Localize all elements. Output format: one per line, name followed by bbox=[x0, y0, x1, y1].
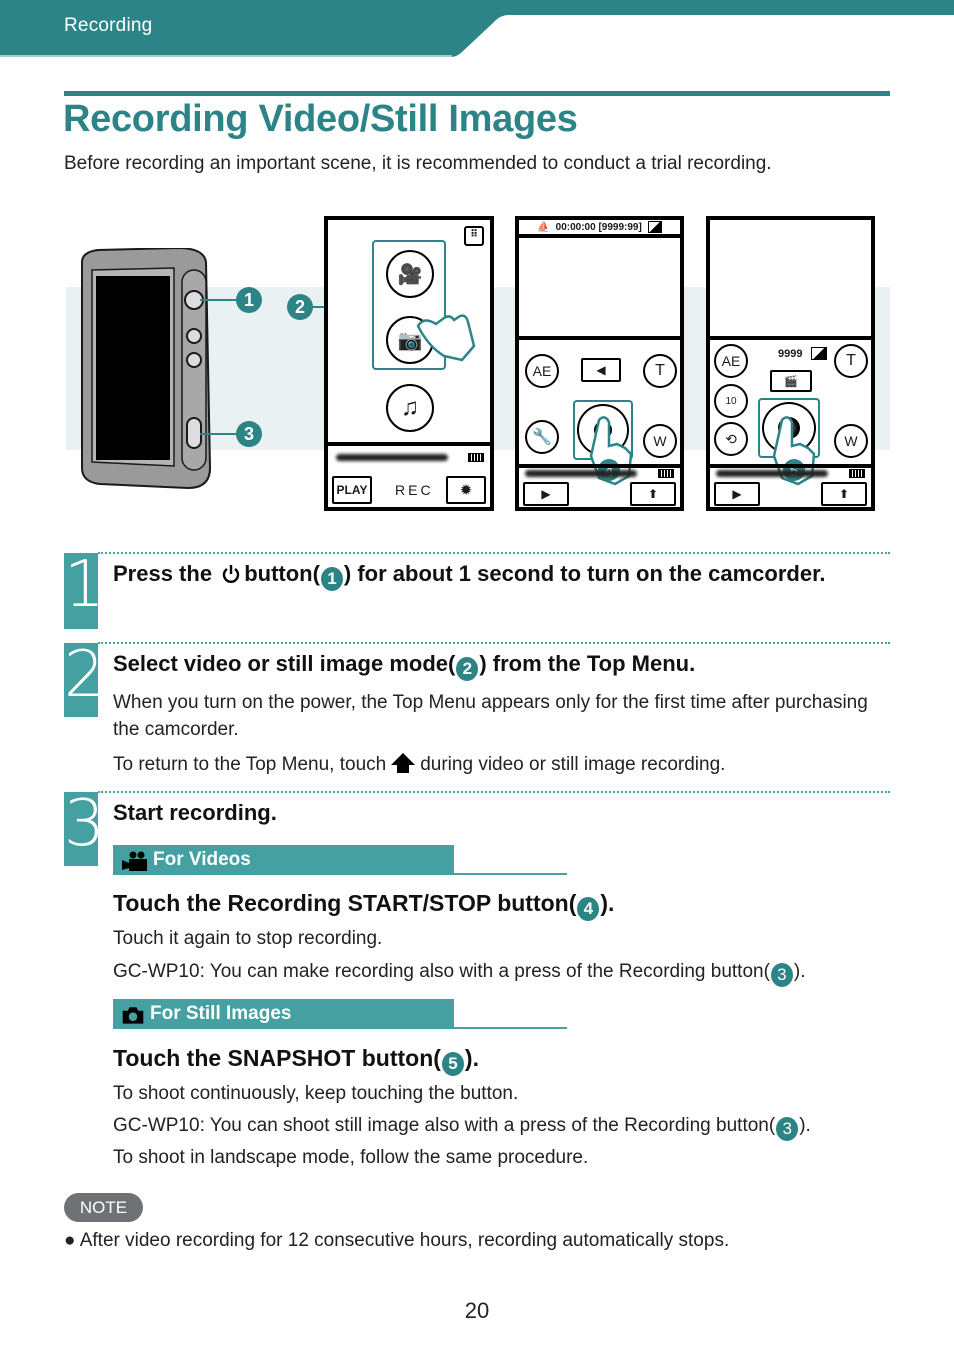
power-icon bbox=[223, 565, 240, 583]
recording-time: 00:00:00 [9999:99] bbox=[555, 221, 642, 233]
step-divider bbox=[98, 642, 890, 644]
shots-remaining: 9999 bbox=[778, 348, 803, 360]
callout-ref: 3 bbox=[770, 963, 793, 987]
home-arrow-icon: ⬆ bbox=[647, 487, 659, 501]
recording-button bbox=[186, 417, 202, 449]
home-arrow-icon: ⬆ bbox=[838, 487, 850, 501]
media-icon bbox=[811, 347, 827, 360]
playback-button[interactable]: ▶ bbox=[523, 482, 569, 506]
step-divider bbox=[98, 552, 890, 554]
step-2-body: When you turn on the power, the Top Menu… bbox=[113, 692, 868, 740]
step-number-3: 3 bbox=[64, 792, 105, 866]
self-timer-button[interactable]: 10 bbox=[714, 384, 748, 418]
home-button[interactable]: ⬆ bbox=[630, 482, 676, 506]
note-item: ● After video recording for 12 consecuti… bbox=[64, 1230, 730, 1251]
section-header-band: Recording bbox=[0, 0, 954, 57]
still-recording-screen: AE 9999 T 🎬 10 ⟲ W 5 ▶ ⬆ bbox=[706, 216, 875, 511]
note-badge: NOTE bbox=[64, 1193, 143, 1222]
callout-2: 2 bbox=[287, 294, 313, 320]
callout-ref: 3 bbox=[776, 1117, 799, 1141]
videos-line-2: GC-WP10: You can make recording also wit… bbox=[113, 958, 806, 987]
rec-label: REC bbox=[395, 482, 434, 498]
step-number-2: 2 bbox=[64, 643, 105, 717]
battery-icon bbox=[468, 453, 484, 462]
video-camera-icon: 🎥 bbox=[397, 263, 423, 286]
ae-button[interactable]: AE bbox=[525, 354, 559, 388]
scene-select-button[interactable]: 🎬 bbox=[770, 370, 812, 392]
for-videos-heading: For Videos bbox=[113, 845, 567, 875]
page-number: 20 bbox=[464, 1298, 490, 1323]
scene-icon: ⛵ bbox=[537, 221, 550, 233]
for-still-images-heading: For Still Images bbox=[113, 999, 567, 1029]
callout-ref: 4 bbox=[577, 897, 600, 921]
rotate-button[interactable]: ⟲ bbox=[714, 422, 748, 456]
step-2-title: Select video or still image mode(2) from… bbox=[113, 651, 695, 681]
settings-wrench-button[interactable]: 🔧 bbox=[525, 420, 559, 454]
top-menu-screen: ⠿ 🎥 📷 ♫ PLAY REC ✹ bbox=[324, 216, 494, 511]
play-triangle-icon: ▶ bbox=[541, 487, 551, 501]
wrench-icon: 🔧 bbox=[532, 429, 552, 446]
videos-line-1: Touch it again to stop recording. bbox=[113, 928, 383, 949]
callout-ref: 2 bbox=[456, 657, 479, 681]
playback-button[interactable]: ▶ bbox=[714, 482, 760, 506]
callout-3: 3 bbox=[236, 421, 262, 447]
video-recording-screen: ⛵ 00:00:00 [9999:99] AE ◀ T 🔧 W 4 ▶ ⬆ bbox=[515, 216, 684, 511]
speaker-button[interactable]: ◀ bbox=[581, 358, 621, 382]
callout-line-1 bbox=[200, 299, 240, 301]
touch-hand-icon bbox=[416, 314, 476, 362]
gear-icon: ✹ bbox=[459, 482, 473, 499]
step-2-return-text: To return to the Top Menu, touch during v… bbox=[113, 753, 726, 775]
home-arrow-icon bbox=[391, 753, 416, 773]
settings-button[interactable]: ✹ bbox=[446, 476, 486, 504]
stills-line-2: GC-WP10: You can shoot still image also … bbox=[113, 1112, 811, 1141]
stills-line-3: To shoot in landscape mode, follow the s… bbox=[113, 1147, 589, 1168]
video-camera-icon bbox=[122, 851, 147, 871]
self-timer-icon: 10 bbox=[725, 395, 737, 407]
music-note-icon: ♫ bbox=[401, 394, 419, 421]
speaker-icon: ◀ bbox=[596, 363, 606, 377]
section-label: Recording bbox=[64, 15, 153, 36]
play-triangle-icon: ▶ bbox=[732, 487, 742, 501]
home-button[interactable]: ⬆ bbox=[821, 482, 867, 506]
grid-menu-icon[interactable]: ⠿ bbox=[464, 226, 484, 246]
step-number-1: 1 bbox=[64, 553, 105, 629]
rotate-icon: ⟲ bbox=[725, 430, 737, 447]
video-mode-button[interactable]: 🎥 bbox=[386, 250, 434, 298]
zoom-wide-button[interactable]: W bbox=[834, 424, 868, 458]
clapper-icon: 🎬 bbox=[784, 375, 798, 388]
zoom-tele-button[interactable]: T bbox=[643, 354, 677, 388]
step-divider bbox=[98, 791, 890, 793]
stills-instruction: Touch the SNAPSHOT button(5). bbox=[113, 1045, 479, 1076]
step-1-title: Press the button(1) for about 1 second t… bbox=[113, 561, 826, 591]
callout-ref: 5 bbox=[441, 1052, 464, 1076]
zoom-tele-button[interactable]: T bbox=[834, 344, 868, 378]
callout-ref: 1 bbox=[320, 567, 343, 591]
media-icon bbox=[647, 221, 662, 233]
callout-1: 1 bbox=[236, 287, 262, 313]
camcorder-illustration: 1 3 2 ⠿ 🎥 📷 ♫ PLAY REC ✹ ⛵ 00:00:00 [999… bbox=[0, 200, 954, 520]
ae-button[interactable]: AE bbox=[714, 344, 748, 378]
camera-icon bbox=[122, 1007, 144, 1024]
title-rule bbox=[64, 91, 890, 96]
page-title: Recording Video/Still Images bbox=[63, 98, 578, 140]
stills-line-1: To shoot continuously, keep touching the… bbox=[113, 1083, 519, 1104]
intro-text: Before recording an important scene, it … bbox=[64, 153, 772, 174]
music-button[interactable]: ♫ bbox=[386, 384, 434, 432]
battery-icon bbox=[849, 469, 865, 478]
video-status-bar: ⛵ 00:00:00 [9999:99] bbox=[519, 220, 680, 238]
battery-icon bbox=[658, 469, 674, 478]
step-3-title: Start recording. bbox=[113, 800, 277, 825]
play-button[interactable]: PLAY bbox=[332, 476, 372, 504]
camcorder-body bbox=[81, 248, 212, 490]
videos-instruction: Touch the Recording START/STOP button(4)… bbox=[113, 890, 614, 921]
zoom-wide-button[interactable]: W bbox=[643, 424, 677, 458]
callout-line-3 bbox=[200, 433, 240, 435]
bullet-icon: ● bbox=[64, 1230, 76, 1251]
